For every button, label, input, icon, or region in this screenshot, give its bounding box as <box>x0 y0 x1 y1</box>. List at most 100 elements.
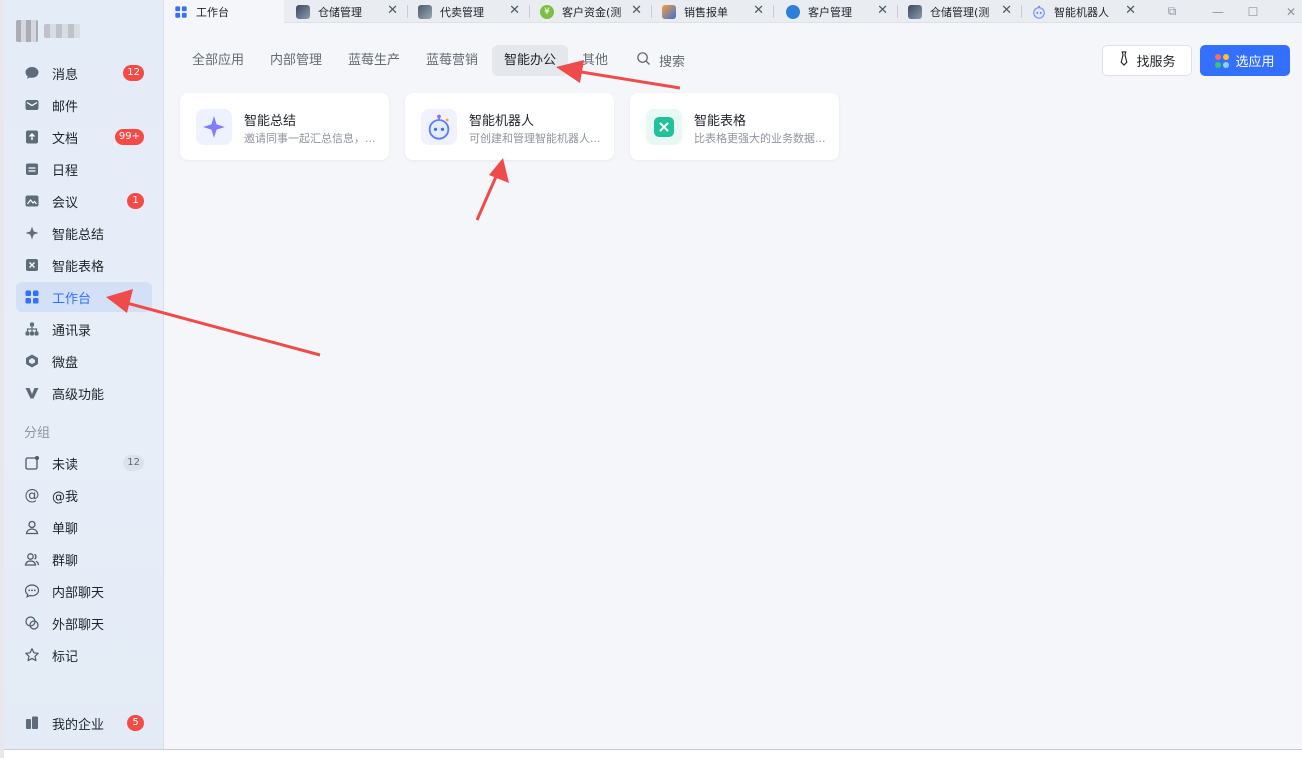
tab-warehouse-test[interactable]: 仓储管理(测 ✕ <box>898 0 1020 23</box>
sidebar-item-label: 邮件 <box>52 99 79 115</box>
unread-badge: 5 <box>127 715 144 731</box>
tab-sales-report[interactable]: 销售报单 ✕ <box>652 0 772 23</box>
close-icon[interactable]: ✕ <box>631 3 642 18</box>
app-description: 邀请同事一起汇总信息，... <box>244 132 376 145</box>
org-chart-icon <box>24 321 40 337</box>
smart-table-icon <box>24 257 40 273</box>
close-icon[interactable]: ✕ <box>1125 3 1136 18</box>
document-icon <box>24 129 40 145</box>
sparkle-icon <box>196 109 232 145</box>
search-label: 搜索 <box>659 55 686 70</box>
close-icon[interactable]: ✕ <box>877 3 888 18</box>
tab-other[interactable]: 其他 <box>570 45 620 76</box>
app-thumbnail-icon <box>418 4 432 19</box>
popout-window-icon[interactable]: ⧉ <box>1157 0 1187 23</box>
tab-smart-office[interactable]: 智能办公 <box>492 45 569 76</box>
tab-customer-funds[interactable]: ¥ 客户资金(测 ✕ <box>530 0 650 23</box>
sidebar-item-label: 智能表格 <box>52 259 105 275</box>
tie-icon <box>1118 51 1130 70</box>
close-icon[interactable]: ✕ <box>387 3 398 18</box>
username-redacted <box>44 24 80 38</box>
sidebar-item-documents[interactable]: 文档 99+ <box>16 122 152 152</box>
sidebar-item-cloud-drive[interactable]: 微盘 <box>16 346 152 376</box>
sidebar-item-advanced[interactable]: 高级功能 <box>16 378 152 408</box>
avatar[interactable] <box>16 20 38 42</box>
close-icon[interactable]: ✕ <box>1001 3 1012 18</box>
choose-app-label: 选应用 <box>1235 55 1275 70</box>
app-card-smart-table[interactable]: 智能表格 比表格更强大的业务数据... <box>630 93 839 160</box>
choose-app-button[interactable]: 选应用 <box>1200 45 1290 76</box>
sidebar-item-label: 微盘 <box>52 355 79 371</box>
chat-bubble-icon <box>24 65 40 81</box>
group-item-direct-chat[interactable]: 单聊 <box>16 512 152 542</box>
sparkle-icon <box>24 225 40 241</box>
sidebar-item-my-enterprise[interactable]: 我的企业 5 <box>16 708 152 738</box>
find-service-label: 找服务 <box>1136 55 1176 70</box>
sidebar-item-messages[interactable]: 消息 12 <box>16 58 152 88</box>
unread-badge: 12 <box>123 65 144 81</box>
find-service-button[interactable]: 找服务 <box>1102 45 1192 76</box>
tab-blueberry-marketing[interactable]: 蓝莓营销 <box>414 45 490 76</box>
tab-consignment[interactable]: 代卖管理 ✕ <box>408 0 528 23</box>
group-item-starred[interactable]: 标记 <box>16 640 152 670</box>
at-icon: @ <box>24 486 40 504</box>
app-thumbnail-icon <box>296 4 310 19</box>
report-icon <box>662 4 676 19</box>
sidebar-item-label: @我 <box>52 489 79 505</box>
tab-internal-management[interactable]: 内部管理 <box>258 45 334 76</box>
sidebar-item-workbench[interactable]: 工作台 <box>16 282 152 312</box>
robot-icon <box>1032 5 1046 19</box>
app-title: 智能总结 <box>244 114 297 129</box>
external-chat-icon <box>24 615 40 631</box>
sidebar-item-label: 文档 <box>52 131 79 147</box>
grid-apps-icon <box>24 289 40 305</box>
sidebar-item-contacts[interactable]: 通讯录 <box>16 314 152 344</box>
group-item-internal-chat[interactable]: 内部聊天 <box>16 576 152 606</box>
app-title: 智能机器人 <box>469 114 535 129</box>
tab-workbench[interactable]: 工作台 <box>164 0 284 23</box>
app-card-smart-robot[interactable]: 智能机器人 可创建和管理智能机器人... <box>405 93 614 160</box>
close-icon[interactable]: ✕ <box>509 3 520 18</box>
group-item-mentions[interactable]: @ @我 <box>16 480 152 510</box>
group-icon <box>24 551 40 567</box>
group-section-title: 分组 <box>24 426 51 441</box>
unread-count: 12 <box>123 455 144 471</box>
tab-all-apps[interactable]: 全部应用 <box>180 45 256 76</box>
app-description: 比表格更强大的业务数据... <box>694 132 826 145</box>
tab-smart-robot[interactable]: 智能机器人 ✕ <box>1022 0 1144 23</box>
tab-label: 工作台 <box>196 5 229 19</box>
group-item-external-chat[interactable]: 外部聊天 <box>16 608 152 638</box>
tab-label: 仓储管理(测 <box>930 5 990 19</box>
tab-warehouse[interactable]: 仓储管理 ✕ <box>286 0 406 23</box>
minimize-icon[interactable]: — <box>1203 0 1233 23</box>
tab-blueberry-production[interactable]: 蓝莓生产 <box>336 45 412 76</box>
sidebar-item-meetings[interactable]: 会议 1 <box>16 186 152 216</box>
calendar-icon <box>24 161 40 177</box>
close-window-icon[interactable]: ✕ <box>1276 0 1302 23</box>
sidebar-item-label: 外部聊天 <box>52 617 105 633</box>
tab-customer-management[interactable]: 客户管理 ✕ <box>774 0 896 23</box>
app-card-smart-summary[interactable]: 智能总结 邀请同事一起汇总信息，... <box>180 93 389 160</box>
customer-icon <box>786 4 800 19</box>
sidebar-item-smart-summary[interactable]: 智能总结 <box>16 218 152 248</box>
meeting-icon <box>24 193 40 209</box>
tab-bar: 工作台 仓储管理 ✕ 代卖管理 ✕ ¥ 客户资金(测 ✕ 销售报单 ✕ 客户管理 <box>164 0 1302 23</box>
tab-label: 仓储管理 <box>318 5 362 19</box>
sidebar-item-smart-table[interactable]: 智能表格 <box>16 250 152 280</box>
search-icon <box>636 51 651 70</box>
tab-label: 客户管理 <box>808 5 852 19</box>
close-icon[interactable]: ✕ <box>753 3 764 18</box>
search-tab[interactable]: 搜索 <box>636 45 685 76</box>
group-item-unread[interactable]: 未读 12 <box>16 448 152 478</box>
sidebar-item-calendar[interactable]: 日程 <box>16 154 152 184</box>
tab-label: 销售报单 <box>684 5 728 19</box>
group-item-group-chat[interactable]: 群聊 <box>16 544 152 574</box>
app-window: 消息 12 邮件 文档 99+ 日程 会议 1 智能总结 智能表格 工作台 通讯… <box>4 0 1302 750</box>
user-profile[interactable] <box>16 20 80 42</box>
app-thumbnail-icon <box>908 4 922 19</box>
unread-icon <box>24 455 40 471</box>
sidebar-item-mail[interactable]: 邮件 <box>16 90 152 120</box>
sidebar-item-label: 内部聊天 <box>52 585 105 601</box>
maximize-icon[interactable]: ☐ <box>1238 0 1268 23</box>
sidebar-item-label: 单聊 <box>52 521 79 537</box>
